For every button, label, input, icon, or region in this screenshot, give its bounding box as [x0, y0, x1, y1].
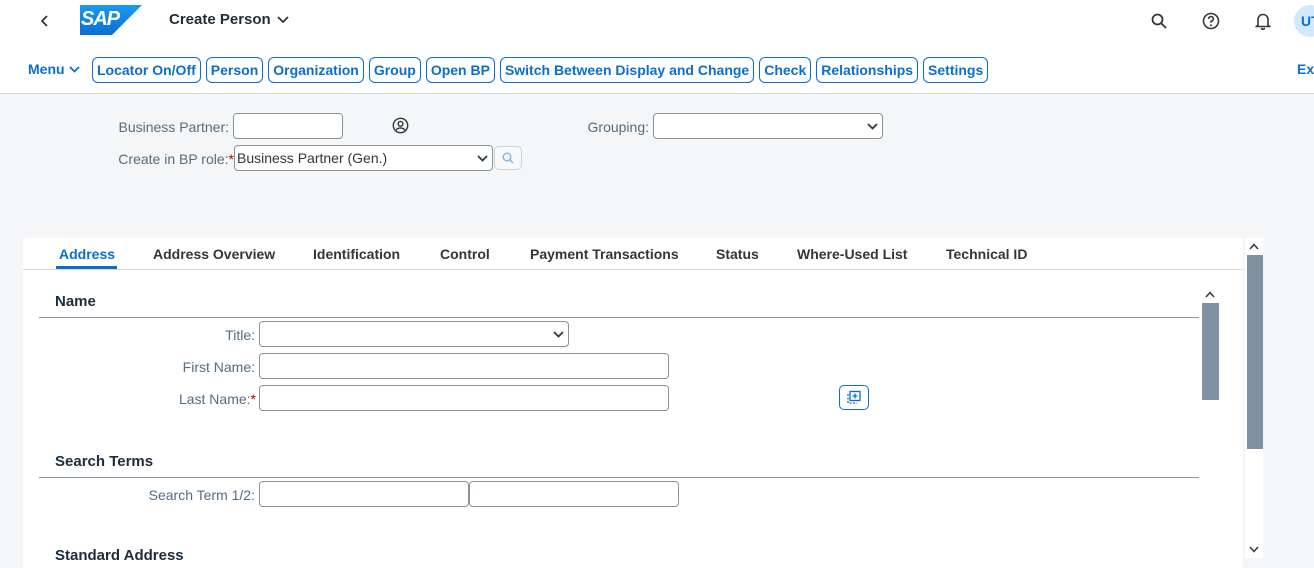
chevron-down-icon: [277, 15, 289, 23]
bp-role-select[interactable]: Business Partner (Gen.): [234, 145, 493, 171]
bp-role-search-button[interactable]: [494, 146, 522, 170]
first-name-input[interactable]: [259, 353, 669, 379]
add-details-icon: [847, 390, 861, 404]
chevron-down-icon: [1249, 546, 1259, 553]
standard-address-section-title: Standard Address: [55, 547, 184, 564]
person-icon-button[interactable]: [392, 117, 409, 139]
search-icon: [1151, 13, 1167, 29]
tab-control[interactable]: Control: [440, 246, 490, 262]
menu-button[interactable]: Menu: [28, 61, 80, 77]
tab-where-used-list[interactable]: Where-Used List: [797, 246, 907, 262]
last-name-label: Last Name:*: [123, 391, 256, 407]
tab-technical-id[interactable]: Technical ID: [946, 246, 1027, 262]
exit-button[interactable]: Exit: [1297, 61, 1314, 77]
person-icon: [392, 117, 409, 134]
first-name-label: First Name:: [182, 359, 255, 375]
divider: [39, 477, 1199, 478]
logo-text: SAP: [81, 8, 120, 30]
app-toolbar: Menu Locator On/Off Person Organization …: [0, 42, 1314, 94]
tab-address-overview[interactable]: Address Overview: [153, 246, 275, 262]
avatar[interactable]: UT: [1294, 5, 1314, 37]
search-button[interactable]: [1148, 10, 1170, 32]
shell-bar: SAP Create Person UT: [0, 0, 1314, 42]
add-name-details-button[interactable]: [839, 385, 869, 410]
help-button[interactable]: [1200, 10, 1222, 32]
relationships-button[interactable]: Relationships: [816, 57, 919, 83]
app-title-text: Create Person: [169, 11, 271, 28]
locator-toggle-button[interactable]: Locator On/Off: [92, 57, 201, 83]
tab-bar: Address Address Overview Identification …: [23, 238, 1243, 270]
sap-logo[interactable]: SAP: [80, 5, 142, 35]
check-button[interactable]: Check: [759, 57, 812, 83]
help-icon: [1202, 12, 1220, 30]
chevron-up-icon: [1205, 290, 1215, 297]
required-asterisk: *: [250, 391, 256, 407]
bp-role-label: Create in BP role:*: [60, 151, 234, 167]
search-term-label: Search Term 1/2:: [148, 487, 255, 503]
grouping-label: Grouping:: [587, 119, 649, 135]
chevron-up-icon: [1249, 242, 1259, 249]
tab-identification[interactable]: Identification: [313, 246, 400, 262]
chevron-down-icon: [864, 118, 880, 134]
search-icon: [502, 152, 514, 164]
inner-scroll-thumb[interactable]: [1202, 303, 1219, 400]
tab-status[interactable]: Status: [716, 246, 759, 262]
detail-panel: Address Address Overview Identification …: [23, 238, 1243, 568]
tab-payment-transactions[interactable]: Payment Transactions: [530, 246, 679, 262]
search-term-2-input[interactable]: [469, 481, 679, 507]
inner-scroll-up-button[interactable]: [1202, 287, 1218, 301]
grouping-select[interactable]: [653, 113, 883, 139]
title-select[interactable]: [259, 321, 569, 347]
chevron-down-icon: [550, 326, 566, 342]
business-partner-label: Business Partner:: [118, 119, 230, 135]
outer-scroll-thumb[interactable]: [1247, 255, 1263, 449]
group-button[interactable]: Group: [368, 57, 421, 83]
open-bp-button[interactable]: Open BP: [425, 57, 495, 83]
scroll-up-button[interactable]: [1246, 239, 1262, 253]
search-term-1-input[interactable]: [259, 481, 469, 507]
notifications-button[interactable]: [1252, 10, 1274, 32]
organization-button[interactable]: Organization: [268, 57, 364, 83]
active-tab-indicator: [56, 266, 117, 269]
chevron-left-icon: [40, 15, 48, 27]
chevron-down-icon: [68, 65, 80, 73]
last-name-input[interactable]: [259, 385, 669, 411]
last-name-label-text: Last Name:: [178, 391, 251, 407]
bp-role-value: Business Partner (Gen.): [237, 150, 388, 166]
person-button[interactable]: Person: [205, 57, 264, 83]
app-title[interactable]: Create Person: [169, 11, 289, 28]
menu-label: Menu: [28, 61, 65, 77]
title-label: Title:: [225, 327, 255, 343]
settings-button[interactable]: Settings: [923, 57, 989, 83]
back-button[interactable]: [34, 10, 56, 32]
tab-address[interactable]: Address: [59, 246, 115, 262]
avatar-initials: UT: [1301, 13, 1314, 29]
bell-icon: [1255, 13, 1271, 30]
chevron-down-icon: [474, 150, 490, 166]
scroll-down-button[interactable]: [1246, 542, 1262, 556]
bp-role-label-text: Create in BP role:: [118, 151, 229, 167]
search-terms-section-title: Search Terms: [55, 453, 154, 470]
toolbar-buttons: Locator On/Off Person Organization Group…: [92, 57, 989, 83]
name-section-title: Name: [55, 293, 96, 310]
switch-display-change-button[interactable]: Switch Between Display and Change: [499, 57, 755, 83]
business-partner-input[interactable]: [233, 113, 343, 139]
divider: [39, 317, 1199, 318]
